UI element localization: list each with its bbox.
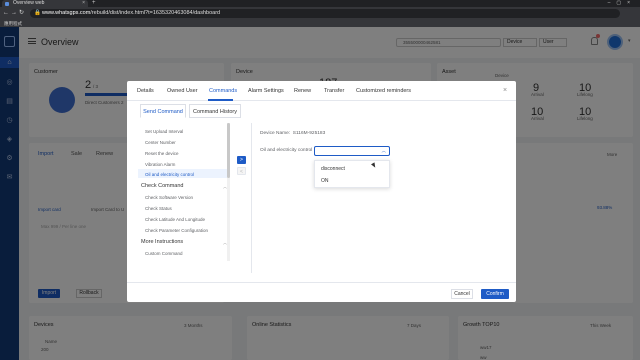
option-disconnect[interactable]: disconnect bbox=[321, 166, 345, 172]
reload-icon[interactable]: ↻ bbox=[19, 10, 24, 17]
browser-tab-bar: Overview web × + –▢× bbox=[0, 0, 640, 7]
url-host: www.whatsgps.com bbox=[42, 10, 91, 16]
control-select[interactable]: ︿ bbox=[314, 146, 390, 156]
device-name-row: Device Name: S116M-925183 bbox=[260, 131, 326, 136]
control-dropdown: disconnect ON bbox=[314, 160, 390, 188]
cmd-center-number[interactable]: Center Number bbox=[145, 140, 176, 145]
field-label: Oil and electricity control bbox=[260, 148, 313, 153]
cmd-set-upload-interval[interactable]: Set Upload Interval bbox=[145, 129, 183, 134]
browser-tab[interactable]: Overview web × bbox=[2, 0, 88, 7]
cmd-oil-electricity-control[interactable]: Oil and electricity control bbox=[145, 172, 194, 177]
cmd-vibration-alarm[interactable]: Vibration Alarm bbox=[145, 162, 175, 167]
tab-details[interactable]: Details bbox=[137, 88, 154, 94]
device-name-label: Device Name bbox=[260, 131, 289, 136]
tab-commands[interactable]: Commands bbox=[209, 88, 237, 94]
group-check-command[interactable]: Check Command bbox=[141, 183, 184, 189]
group-more-instructions[interactable]: More Instructions bbox=[141, 239, 183, 245]
url-input[interactable]: 🔒 www.whatsgps.com/rebuild/dist/index.ht… bbox=[30, 9, 620, 18]
cmd-check-lat-long[interactable]: Check Latitude And Longitude bbox=[145, 217, 205, 222]
forward-icon[interactable]: → bbox=[11, 10, 17, 17]
active-tab-indicator bbox=[208, 99, 233, 101]
device-name-value: S116M-925183 bbox=[292, 131, 326, 136]
tab-transfer[interactable]: Transfer bbox=[324, 88, 344, 94]
move-left-button[interactable]: < bbox=[237, 167, 246, 175]
window-controls[interactable]: –▢× bbox=[608, 0, 636, 7]
cmd-check-param-config[interactable]: Check Parameter Configuration bbox=[145, 228, 208, 233]
command-scrollbar-thumb[interactable] bbox=[227, 123, 230, 178]
modal-footer: Cancel Confirm bbox=[127, 282, 516, 302]
option-on[interactable]: ON bbox=[321, 178, 329, 184]
tab-customized-reminders[interactable]: Customized reminders bbox=[356, 88, 411, 94]
tab-title: Overview web bbox=[13, 0, 45, 6]
command-form-pane: Device Name: S116M-925183 Oil and electr… bbox=[251, 123, 511, 273]
cmd-check-status[interactable]: Check Status bbox=[145, 206, 172, 211]
cancel-button[interactable]: Cancel bbox=[451, 289, 473, 299]
subtab-send-command[interactable]: Send Command bbox=[140, 104, 186, 118]
address-bar-row: ← → ↻ 🔒 www.whatsgps.com/rebuild/dist/in… bbox=[0, 7, 640, 20]
close-icon[interactable]: × bbox=[503, 87, 507, 94]
move-right-button[interactable]: > bbox=[237, 156, 246, 164]
tab-owned-user[interactable]: Owned User bbox=[167, 88, 198, 94]
new-tab-button[interactable]: + bbox=[92, 0, 96, 7]
tab-close-icon[interactable]: × bbox=[82, 0, 85, 7]
bookmark-bar: 應用程式 bbox=[0, 20, 640, 27]
tab-alarm-settings[interactable]: Alarm Settings bbox=[248, 88, 284, 94]
cmd-reset-device[interactable]: Reset the device bbox=[145, 151, 179, 156]
url-path: /rebuild/dist/index.html?t=1635320463084… bbox=[90, 10, 221, 16]
modal-tabs: Details Owned User Commands Alarm Settin… bbox=[127, 81, 516, 101]
subtab-command-history[interactable]: Command History bbox=[189, 104, 241, 118]
bookmark-apps[interactable]: 應用程式 bbox=[4, 21, 22, 26]
device-modal: Details Owned User Commands Alarm Settin… bbox=[127, 81, 516, 302]
confirm-button[interactable]: Confirm bbox=[481, 289, 509, 299]
command-list: Set Upload Interval Center Number Reset … bbox=[138, 123, 230, 261]
lock-icon: 🔒 bbox=[34, 10, 41, 16]
cmd-custom-command[interactable]: Custom Command bbox=[145, 251, 183, 256]
cmd-check-software-version[interactable]: Check Software Version bbox=[145, 195, 193, 200]
back-icon[interactable]: ← bbox=[3, 10, 9, 17]
tab-favicon-icon bbox=[5, 1, 9, 6]
tab-renew[interactable]: Renew bbox=[294, 88, 311, 94]
chevron-up-icon[interactable]: ︿ bbox=[382, 148, 387, 154]
